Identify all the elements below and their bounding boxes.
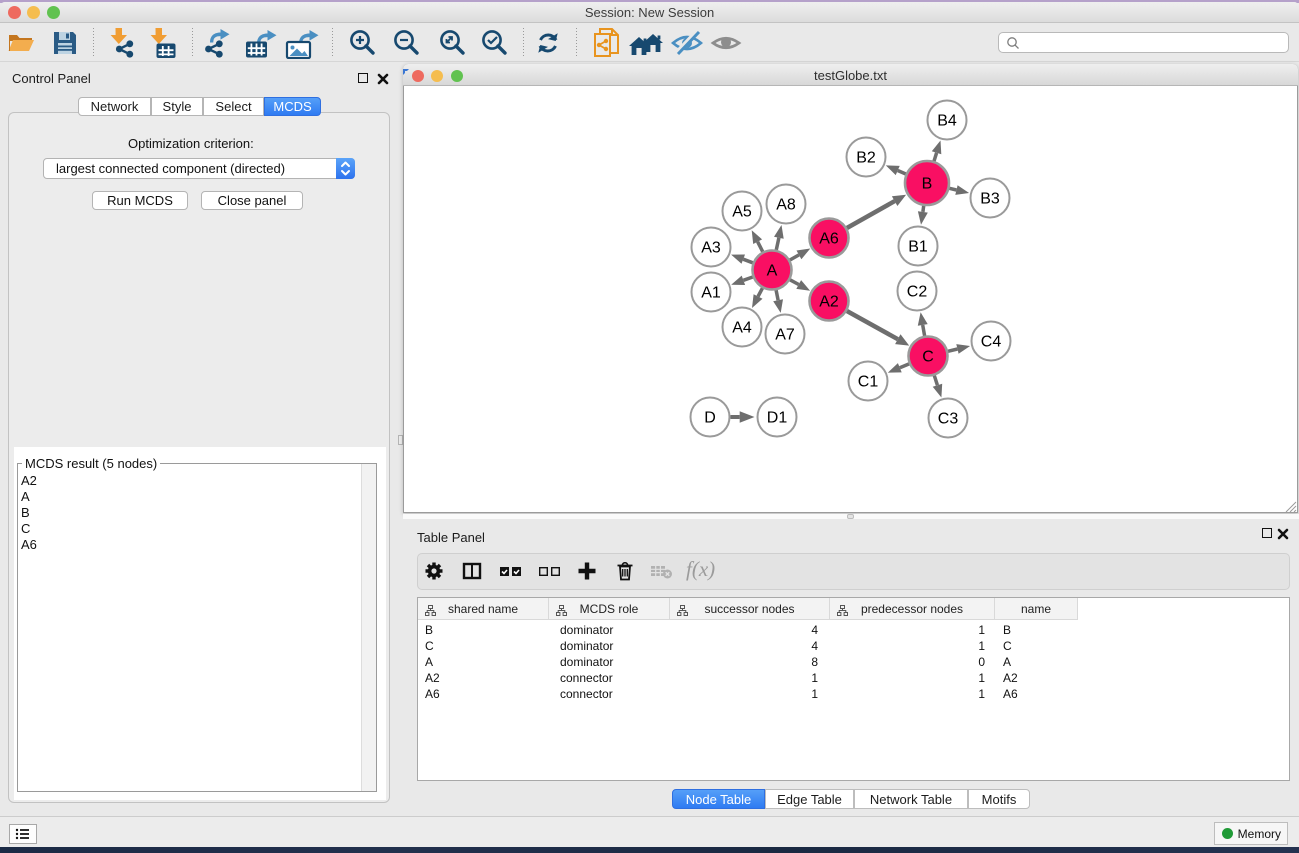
- svg-text:B: B: [922, 176, 933, 193]
- svg-text:C4: C4: [981, 334, 1002, 351]
- svg-text:C1: C1: [858, 374, 879, 391]
- svg-text:D1: D1: [767, 410, 788, 427]
- svg-text:A5: A5: [732, 204, 752, 221]
- svg-text:B3: B3: [980, 191, 1000, 208]
- svg-text:C3: C3: [938, 411, 959, 428]
- svg-text:A4: A4: [732, 320, 752, 337]
- svg-text:A: A: [767, 263, 778, 280]
- svg-text:A3: A3: [701, 240, 721, 257]
- svg-text:A2: A2: [819, 294, 839, 311]
- svg-text:D: D: [704, 410, 716, 427]
- svg-text:A8: A8: [776, 197, 796, 214]
- svg-text:B4: B4: [937, 113, 957, 130]
- svg-text:A1: A1: [701, 285, 721, 302]
- svg-text:A7: A7: [775, 327, 795, 344]
- svg-text:C: C: [922, 349, 934, 366]
- svg-text:B1: B1: [908, 239, 928, 256]
- svg-text:A6: A6: [819, 231, 839, 248]
- svg-text:B2: B2: [856, 150, 876, 167]
- svg-text:C2: C2: [907, 284, 928, 301]
